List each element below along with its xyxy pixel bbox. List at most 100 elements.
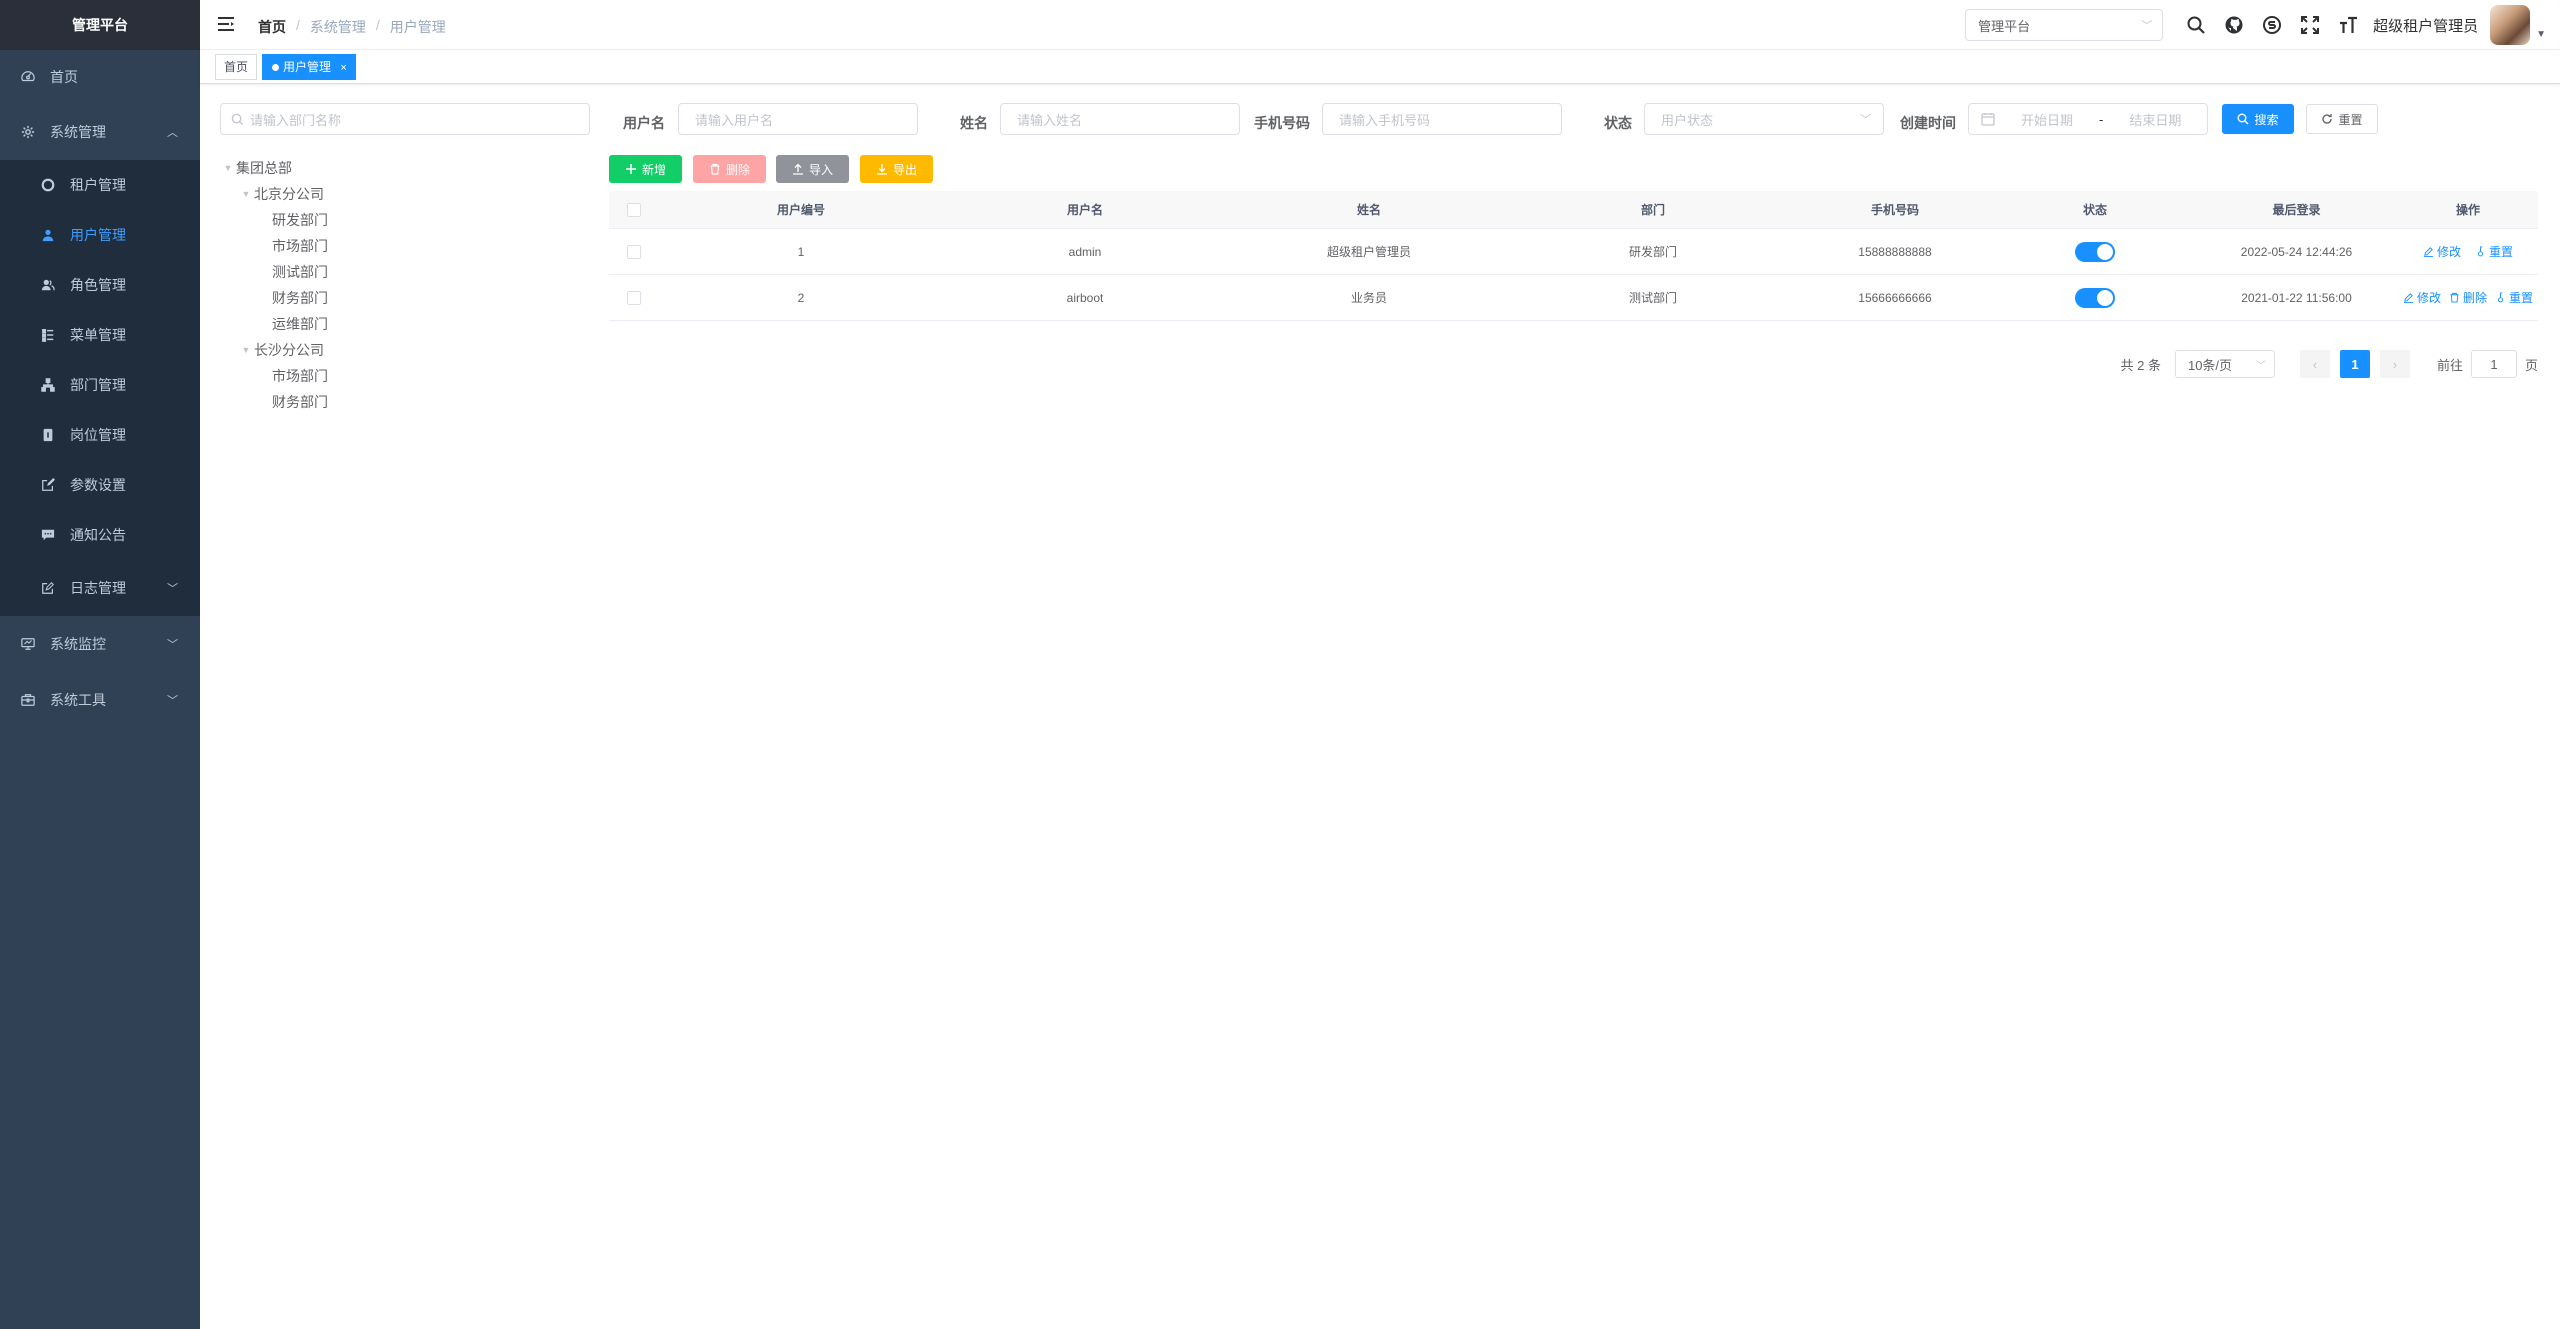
reset-button[interactable]: 重置 [2306, 104, 2378, 134]
column-header: 手机号码 [1870, 203, 1919, 217]
caret-down-icon[interactable]: ▼ [238, 189, 254, 199]
sidebar-item-label: 用户管理 [70, 227, 126, 243]
delete-button[interactable]: 删除 [693, 155, 766, 183]
search-button[interactable]: 搜索 [2222, 104, 2294, 134]
sidebar-item-post[interactable]: 岗位管理 [0, 410, 200, 460]
app-logo-title: 管理平台 [0, 0, 200, 50]
tree-node[interactable]: ▼研发部门 [220, 207, 590, 233]
breadcrumb-home[interactable]: 首页 [258, 17, 286, 37]
caret-down-icon[interactable]: ▼ [238, 345, 254, 355]
tree-node[interactable]: ▼运维部门 [220, 311, 590, 337]
sidebar-item-tenant[interactable]: 租户管理 [0, 160, 200, 210]
reset-password-link[interactable]: 重置 [2475, 243, 2513, 260]
column-header: 姓名 [1356, 203, 1381, 217]
tag-home[interactable]: 首页 [215, 54, 258, 80]
row-checkbox[interactable] [627, 244, 641, 259]
reset-password-link[interactable]: 重置 [2495, 289, 2533, 306]
hamburger-icon[interactable] [216, 14, 236, 34]
username-input[interactable]: 请输入用户名 [678, 103, 918, 135]
dept-tree: ▼集团总部 ▼北京分公司 ▼研发部门 ▼市场部门 ▼测试部门 ▼财务部门 ▼运维… [220, 155, 590, 415]
phone-input[interactable]: 请输入手机号码 [1322, 103, 1562, 135]
cell-user-id: 1 [797, 244, 805, 259]
export-button[interactable]: 导出 [860, 155, 933, 183]
breadcrumb-current: 用户管理 [389, 19, 446, 35]
sidebar-item-notice[interactable]: 通知公告 [0, 510, 200, 560]
chevron-down-icon: ﹀ [167, 695, 178, 707]
phone-label: 手机号码 [1254, 115, 1310, 131]
status-switch[interactable] [2075, 241, 2115, 262]
end-date-placeholder[interactable]: 结束日期 [2129, 110, 2181, 129]
status-select[interactable]: 用户状态 ﹀ [1644, 103, 1884, 135]
next-page-button[interactable]: › [2379, 350, 2410, 378]
page-size-select[interactable]: 10条/页 ﹀ [2174, 350, 2275, 378]
calendar-icon [1981, 113, 1995, 126]
sidebar-item-monitor[interactable]: 系统监控 ﹀ [0, 616, 200, 672]
tree-node[interactable]: ▼ 长沙分公司 [220, 337, 590, 363]
breadcrumb-separator: / [296, 17, 300, 33]
header-checkbox-cell [609, 202, 659, 217]
sidebar-item-home[interactable]: 首页 [0, 50, 200, 104]
sidebar-item-system[interactable]: 系统管理 ︿ [0, 104, 200, 160]
prev-page-button[interactable]: ‹ [2299, 350, 2330, 378]
search-icon[interactable] [2177, 0, 2215, 50]
tree-node-label: 测试部门 [272, 264, 328, 280]
tree-node-label: 财务部门 [272, 290, 328, 306]
table-header-row: 用户编号 用户名 姓名 部门 手机号码 状态 最后登录 操作 [609, 191, 2538, 229]
tree-node-label: 北京分公司 [254, 186, 324, 202]
tree-node[interactable]: ▼市场部门 [220, 233, 590, 259]
row-checkbox[interactable] [627, 290, 641, 305]
reset-button-label: 重置 [2338, 112, 2363, 127]
breadcrumb-system[interactable]: 系统管理 [310, 17, 366, 37]
sidebar-item-user[interactable]: 用户管理 [0, 210, 200, 260]
pagination: 共 2 条 10条/页 ﹀ ‹ 1 › 前往 1 页 [2121, 350, 2538, 378]
status-switch[interactable] [2075, 287, 2115, 308]
user-name[interactable]: 超级租户管理员 [2373, 15, 2478, 36]
message-icon [40, 527, 56, 543]
tree-node[interactable]: ▼测试部门 [220, 259, 590, 285]
fullscreen-icon[interactable] [2291, 0, 2329, 50]
sidebar-item-dept[interactable]: 部门管理 [0, 360, 200, 410]
docs-icon[interactable] [2253, 0, 2291, 50]
sidebar-item-config[interactable]: 参数设置 [0, 460, 200, 510]
date-range-picker[interactable]: 开始日期 - 结束日期 [1968, 103, 2208, 135]
import-button[interactable]: 导入 [776, 155, 849, 183]
platform-select[interactable]: 管理平台 ﹀ [1965, 9, 2164, 41]
close-icon[interactable]: × [340, 62, 346, 74]
tree-icon [40, 377, 56, 393]
tree-node[interactable]: ▼ 集团总部 [220, 155, 590, 181]
tag-user-management[interactable]: 用户管理 × [262, 54, 356, 80]
select-all-checkbox[interactable] [627, 202, 641, 217]
reset-password-link-label: 重置 [2489, 245, 2514, 259]
sidebar-item-tools[interactable]: 系统工具 ﹀ [0, 672, 200, 728]
tree-node[interactable]: ▼财务部门 [220, 285, 590, 311]
cell-last-login: 2021-01-22 11:56:00 [2241, 290, 2352, 305]
chevron-down-icon: ﹀ [2141, 20, 2153, 32]
tree-node[interactable]: ▼财务部门 [220, 389, 590, 415]
edit-link[interactable]: 修改 [2403, 289, 2441, 306]
tree-node[interactable]: ▼ 北京分公司 [220, 181, 590, 207]
goto-page-input[interactable]: 1 [2470, 350, 2517, 378]
edit-link[interactable]: 修改 [2423, 243, 2461, 260]
sidebar-item-log[interactable]: 日志管理 ﹀ [0, 560, 200, 616]
import-button-label: 导入 [808, 162, 833, 177]
sidebar-item-role[interactable]: 角色管理 [0, 260, 200, 310]
dept-search-input[interactable]: 请输入部门名称 [220, 103, 590, 135]
nickname-input[interactable]: 请输入姓名 [1000, 103, 1240, 135]
page-number-current[interactable]: 1 [2339, 350, 2370, 378]
caret-down-icon[interactable]: ▼ [220, 163, 236, 173]
tree-node[interactable]: ▼市场部门 [220, 363, 590, 389]
font-size-icon[interactable] [2329, 0, 2367, 50]
navbar-right-menu: 管理平台 ﹀ 超级租户管理员 ▼ [1965, 0, 2560, 50]
caret-down-icon[interactable]: ▼ [2536, 29, 2546, 40]
tags-view: 首页 用户管理 × [200, 50, 2560, 84]
status-placeholder: 用户状态 [1661, 112, 1714, 128]
sidebar-item-label: 部门管理 [70, 377, 126, 393]
avatar[interactable] [2490, 5, 2531, 45]
add-button[interactable]: 新增 [609, 155, 682, 183]
table-row: 2 airboot 业务员 测试部门 15666666666 2021-01-2… [609, 275, 2538, 321]
sidebar-item-menu[interactable]: 菜单管理 [0, 310, 200, 360]
delete-link[interactable]: 删除 [2449, 289, 2487, 306]
trash-icon [2450, 292, 2459, 303]
github-icon[interactable] [2215, 0, 2253, 50]
start-date-placeholder[interactable]: 开始日期 [2021, 110, 2073, 129]
